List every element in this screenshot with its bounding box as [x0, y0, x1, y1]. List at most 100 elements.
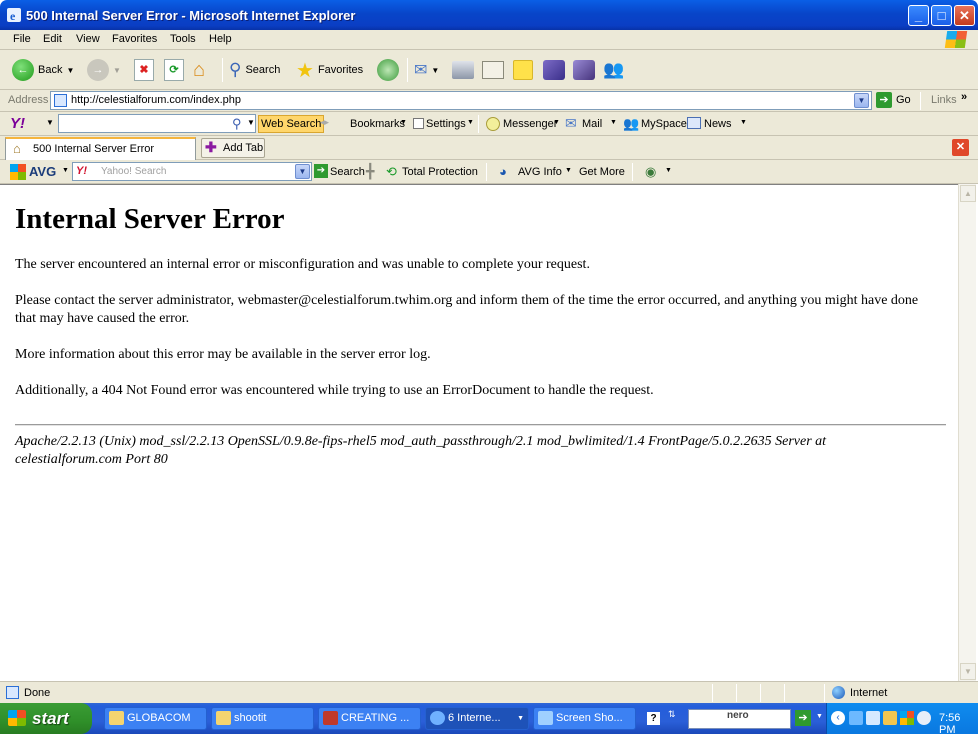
printer-icon — [452, 61, 474, 79]
mail-button[interactable]: ✉ ▼ — [414, 58, 439, 82]
tab-title: 500 Internal Server Error — [33, 143, 155, 155]
language-icon[interactable]: ⇅ — [668, 709, 676, 720]
menu-edit[interactable]: Edit — [43, 33, 62, 45]
search-button[interactable]: ⚲ Search — [229, 58, 280, 82]
menu-file[interactable]: File — [13, 33, 31, 45]
grip-icon: ◂▸ — [320, 117, 330, 127]
page-icon — [54, 94, 67, 107]
taskbar: start GLOBACOM shootit CREATING ... 6 In… — [0, 703, 978, 734]
total-protection-button[interactable]: Total Protection — [402, 166, 478, 178]
window-title: 500 Internal Server Error - Microsoft In… — [26, 8, 356, 23]
avg-info-dropdown-icon[interactable]: ▼ — [565, 167, 572, 174]
links-label[interactable]: Links — [931, 94, 957, 106]
clock[interactable]: 7:56 PM — [939, 712, 978, 734]
tray-expand-icon[interactable]: ‹ — [831, 711, 845, 725]
menu-tools[interactable]: Tools — [170, 33, 196, 45]
web-search-button[interactable]: Web Search — [258, 115, 325, 133]
messenger-tray-icon[interactable] — [917, 711, 931, 725]
minimize-button[interactable]: _ — [908, 5, 929, 26]
yahoo-logo-icon[interactable]: Y! — [10, 115, 25, 132]
nero-dropdown-icon[interactable]: ▼ — [816, 713, 823, 720]
security-tray-icon[interactable] — [883, 711, 897, 725]
settings-button[interactable]: Settings — [426, 118, 466, 130]
messenger-dropdown-icon[interactable]: ▼ — [553, 119, 560, 126]
avg-dropdown-icon[interactable]: ▼ — [62, 167, 69, 174]
address-dropdown-icon[interactable]: ▼ — [854, 93, 869, 108]
news-button[interactable]: News — [704, 118, 732, 130]
back-dropdown-icon[interactable]: ▼ — [66, 66, 74, 75]
monitor-tray-icon[interactable] — [866, 711, 880, 725]
discuss-button[interactable] — [513, 58, 533, 82]
research-button[interactable] — [543, 58, 565, 82]
avg-search-dropdown-icon[interactable]: ▼ — [295, 164, 310, 179]
media-button[interactable] — [573, 58, 595, 82]
nero-go-icon[interactable]: ➔ — [795, 710, 811, 726]
forward-button[interactable]: → ▼ — [87, 58, 121, 82]
avg-info-button[interactable]: AVG Info — [518, 166, 562, 178]
address-input[interactable]: http://celestialforum.com/index.php ▼ — [50, 91, 872, 110]
help-icon[interactable]: ? — [647, 712, 660, 725]
bookmarks-button[interactable]: Bookmarks — [350, 118, 405, 130]
tab-active[interactable]: ⌂ 500 Internal Server Error — [5, 137, 196, 160]
messenger-button[interactable]: Messenger — [503, 118, 557, 130]
start-button[interactable]: start — [0, 703, 92, 734]
address-bar: Address http://celestialforum.com/index.… — [0, 90, 978, 112]
menu-favorites[interactable]: Favorites — [112, 33, 157, 45]
error-paragraph-4: Additionally, a 404 Not Found error was … — [15, 383, 654, 398]
task-creating[interactable]: CREATING ... — [318, 707, 421, 730]
mail-button[interactable]: Mail — [582, 118, 602, 130]
close-button[interactable]: ✕ — [954, 5, 975, 26]
print-button[interactable] — [452, 58, 474, 82]
history-button[interactable] — [377, 58, 399, 82]
status-bar: Done Internet — [0, 681, 978, 703]
get-more-button[interactable]: Get More — [579, 166, 625, 178]
mail-icon: ✉ — [414, 62, 428, 79]
mail-dropdown-icon[interactable]: ▼ — [610, 119, 617, 126]
task-globacom[interactable]: GLOBACOM — [104, 707, 207, 730]
close-tab-icon[interactable]: ✕ — [952, 139, 969, 156]
add-tab-button[interactable]: ✚ Add Tab — [201, 138, 265, 158]
chevron-right-icon[interactable]: » — [961, 91, 967, 103]
favorites-button[interactable]: ★ Favorites — [296, 58, 363, 82]
task-screen-shot[interactable]: Screen Sho... — [533, 707, 636, 730]
avg-logo-icon — [10, 164, 26, 180]
weather-dropdown-icon[interactable]: ▼ — [665, 167, 672, 174]
messenger-button[interactable]: 👥 — [603, 58, 624, 82]
address-label: Address — [8, 94, 49, 106]
nero-search-box[interactable]: nero — [688, 709, 791, 729]
edit-button[interactable] — [482, 58, 504, 82]
toolbar-separator — [486, 163, 487, 181]
task-internet-explorer[interactable]: 6 Interne... ▼ — [425, 707, 529, 730]
avg-search-button[interactable]: Search — [330, 166, 365, 178]
avg-search-arrow-icon: ➔ — [314, 164, 328, 178]
myspace-button[interactable]: MySpace — [641, 118, 687, 130]
yahoo-dropdown-icon[interactable]: ▼ — [46, 118, 54, 127]
home-button[interactable]: ⌂ — [193, 58, 205, 82]
yahoo-search-input[interactable]: ⚲ ▼ — [58, 114, 256, 133]
maximize-button[interactable]: □ — [931, 5, 952, 26]
document-icon — [323, 711, 338, 725]
go-button[interactable]: ➔ Go — [876, 92, 911, 108]
edit-page-icon — [482, 61, 504, 79]
avg-brand[interactable]: AVG — [29, 164, 56, 179]
stop-button[interactable]: ✖ — [134, 58, 154, 82]
news-dropdown-icon[interactable]: ▼ — [740, 119, 747, 126]
mail-icon: ✉ — [565, 115, 577, 131]
avg-search-input[interactable]: Y! Yahoo! Search ▼ — [72, 162, 312, 181]
scroll-up-icon[interactable]: ▲ — [960, 185, 976, 202]
vertical-scrollbar[interactable]: ▲ ▼ — [958, 184, 976, 681]
refresh-button[interactable]: ⟳ — [164, 58, 184, 82]
bookmarks-dropdown-icon[interactable]: ▼ — [400, 119, 407, 126]
back-button[interactable]: ← Back ▼ — [12, 58, 74, 82]
scroll-down-icon[interactable]: ▼ — [960, 663, 976, 680]
menu-view[interactable]: View — [76, 33, 100, 45]
avg-tray-icon[interactable] — [900, 711, 914, 725]
search-dropdown-icon[interactable]: ▼ — [247, 118, 255, 127]
messenger-people-icon: 👥 — [603, 60, 625, 79]
network-tray-icon[interactable] — [849, 711, 863, 725]
forward-dropdown-icon: ▼ — [113, 65, 121, 75]
weather-icon[interactable]: ◉ — [645, 164, 656, 180]
task-shootit[interactable]: shootit — [211, 707, 314, 730]
settings-dropdown-icon[interactable]: ▼ — [467, 119, 474, 126]
menu-help[interactable]: Help — [209, 33, 232, 45]
